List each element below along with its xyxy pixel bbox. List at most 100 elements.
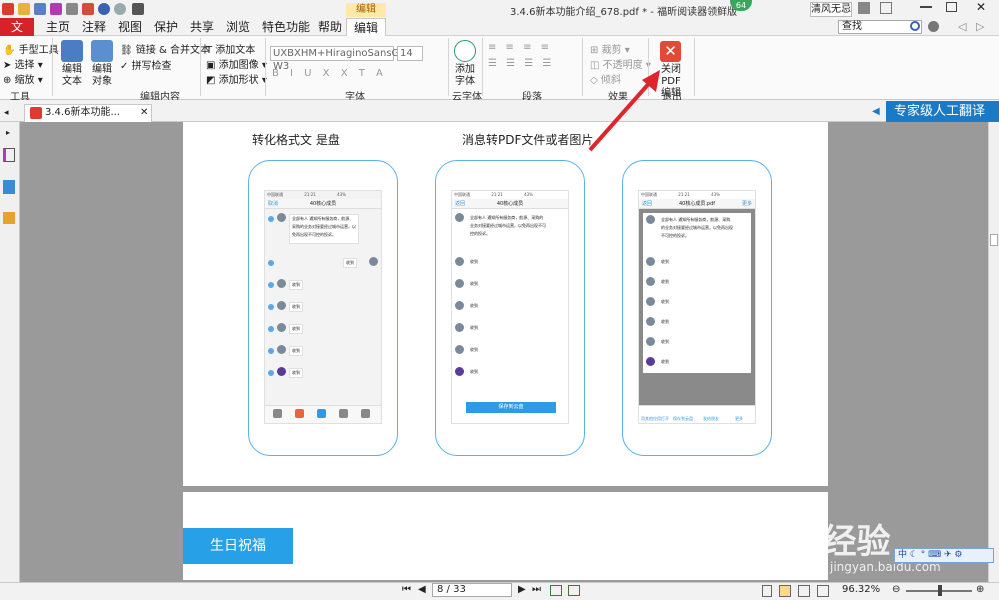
message-item: 收到 [265, 321, 381, 341]
app-logo-icon [2, 3, 14, 15]
menu-features[interactable]: 特色功能 [256, 18, 316, 36]
menu-file[interactable]: 文件 [0, 18, 34, 52]
prev-result-icon[interactable]: ◁ [958, 20, 966, 33]
window-title: 3.4.6新本功能介绍_678.pdf * - 福昕阅读器领鲜版 [510, 7, 738, 18]
print-icon[interactable] [66, 3, 78, 15]
pages-icon[interactable] [3, 180, 15, 194]
menu-protect[interactable]: 保护 [148, 18, 184, 36]
birthday-heading: 生日祝福 [183, 528, 293, 564]
prev-page-icon[interactable]: ◀ [418, 584, 426, 595]
add-shape-button[interactable]: ◩ 添加形状 ▾ [206, 71, 267, 86]
edit-text-icon [61, 40, 83, 62]
scroll-thumb[interactable] [990, 234, 998, 246]
link-merge-button[interactable]: ⛓ 链接 & 合并文本 [120, 41, 210, 56]
hand-tool-button[interactable]: ✋ 手型工具 [3, 41, 59, 56]
cart-icon[interactable] [858, 2, 870, 14]
add-shape-label: 添加形状 [218, 75, 259, 86]
comments-icon[interactable] [3, 212, 15, 224]
message-item: 全部有人 通知所有服务商，航源、采购的业务对接要经过城市运营，以免再出现不可控的… [452, 211, 568, 253]
zoom-slider-handle[interactable] [938, 585, 942, 596]
navigation-sidebar: ▸ [0, 122, 20, 582]
menu-view[interactable]: 视图 [112, 18, 148, 36]
page-number-input[interactable]: 8 / 33 [432, 583, 512, 597]
menu-home[interactable]: 主页 [40, 18, 76, 36]
menu-share[interactable]: 共享 [184, 18, 220, 36]
cover-icon[interactable] [817, 585, 829, 597]
undo-icon[interactable] [98, 3, 110, 15]
message-item: 收到 [452, 321, 568, 341]
search-icon[interactable] [910, 21, 920, 31]
last-page-icon[interactable]: ⏭ [532, 584, 541, 595]
bookmark-icon[interactable] [3, 148, 15, 162]
fit-width-icon[interactable] [568, 585, 580, 596]
font-family-select[interactable]: UXBXHM+HiraginoSansGB-W3 [270, 46, 410, 72]
chat-header: 返回 40核心成员.pdf 更多 [639, 199, 755, 209]
edit-text-label: 编辑 文本 [62, 64, 82, 87]
message-item: 收到 [265, 255, 381, 275]
caption-left: 转化格式文 是盘 [252, 133, 340, 147]
spacing-buttons[interactable]: ☰ ☰ ☰ ☰ [488, 58, 554, 69]
collapse-arrow-icon[interactable]: ◀ [872, 106, 880, 117]
message-item: 收到 [452, 255, 568, 275]
ime-toolbar[interactable]: 中 ☾ ° ⌨ ✈ ⚙ [894, 548, 994, 563]
add-image-button[interactable]: ▣ 添加图像 ▾ [206, 56, 267, 71]
layout-icon[interactable] [880, 2, 892, 14]
edit-object-button[interactable]: 编辑 对象 [88, 40, 116, 88]
zoom-out-icon[interactable]: ⊖ [892, 584, 900, 595]
zoom-tool-label: 缩放 [14, 75, 35, 86]
chat-header: 取消 40核心成员 [265, 199, 381, 209]
fit-page-icon[interactable] [550, 585, 562, 596]
facing-icon[interactable] [798, 585, 810, 597]
redo-icon[interactable] [114, 3, 126, 15]
save-icon[interactable] [34, 3, 46, 15]
align-buttons[interactable]: ≡ ≡ ≡ ≡ [488, 42, 552, 53]
zoom-in-icon[interactable]: ⊕ [976, 584, 984, 595]
user-button[interactable]: 清风无忌 [810, 2, 852, 17]
sidebar-toggle-icon[interactable]: ◂ [4, 108, 9, 118]
open-icon[interactable] [18, 3, 30, 15]
next-result-icon[interactable]: ▷ [976, 20, 984, 33]
pdf-preview: 全部有人 通知所有服务商，航源、采购的业务对接要经过城市运营，以免再出现不可控的… [643, 213, 751, 373]
font-size-select[interactable]: 14 [397, 46, 423, 61]
hand-quick-icon[interactable] [132, 3, 144, 15]
close-window-icon[interactable]: ✕ [972, 0, 990, 14]
ribbon-separator [482, 38, 483, 96]
select-tool-button[interactable]: ➤ 选择 ▾ [3, 56, 43, 71]
first-page-icon[interactable]: ⏮ [402, 584, 411, 595]
link-merge-label: 链接 & 合并文本 [135, 45, 211, 56]
tab-edit[interactable]: 编辑 [346, 18, 386, 37]
maximize-icon[interactable] [946, 2, 957, 12]
caption-right: 消息转PDF文件或者图片 [462, 133, 594, 147]
spell-check-button[interactable]: ✓ 拼写检查 [120, 57, 172, 72]
doc-icon[interactable] [82, 3, 94, 15]
edit-text-button[interactable]: 编辑 文本 [58, 40, 86, 88]
menu-annotate[interactable]: 注释 [76, 18, 112, 36]
phone-footer [265, 405, 381, 423]
add-font-button[interactable]: 添加 字体 [452, 40, 478, 88]
crop-button[interactable]: ⊞ 裁剪 ▾ [590, 41, 630, 56]
zoom-level[interactable]: 96.32% [842, 584, 880, 595]
single-page-icon[interactable] [762, 585, 772, 597]
font-style-buttons[interactable]: B I U X X T A [272, 68, 387, 79]
zoom-tool-button[interactable]: ⊕ 缩放 ▾ [3, 71, 43, 86]
menu-help[interactable]: 帮助 [312, 18, 348, 36]
status-bar: 中国联通 21:21 43% [639, 191, 755, 199]
document-tab[interactable]: 3.4.6新本功能... [24, 104, 152, 122]
close-edit-icon[interactable]: ✕ [660, 41, 681, 62]
crop-label: 裁剪 [601, 45, 622, 56]
translate-button[interactable]: 专家级人工翻译 [886, 101, 999, 122]
message-item: 收到 [452, 299, 568, 319]
gear-icon[interactable] [928, 21, 939, 32]
close-tab-icon[interactable]: ✕ [140, 107, 148, 118]
message-item: 收到 [265, 365, 381, 385]
menu-browse[interactable]: 浏览 [220, 18, 256, 36]
status-bar: 中国联通 21:21 43% [454, 192, 533, 197]
expand-panel-icon[interactable]: ▸ [6, 128, 10, 137]
next-page-icon[interactable]: ▶ [518, 584, 526, 595]
save-to-cloud-button: 保存到云盘 [466, 402, 556, 413]
watermark-brand: Bai经验 [762, 522, 891, 562]
new-icon[interactable] [50, 3, 62, 15]
add-text-button[interactable]: T 添加文本 [206, 41, 255, 56]
minimize-icon[interactable] [920, 6, 932, 8]
continuous-icon[interactable] [779, 585, 791, 597]
